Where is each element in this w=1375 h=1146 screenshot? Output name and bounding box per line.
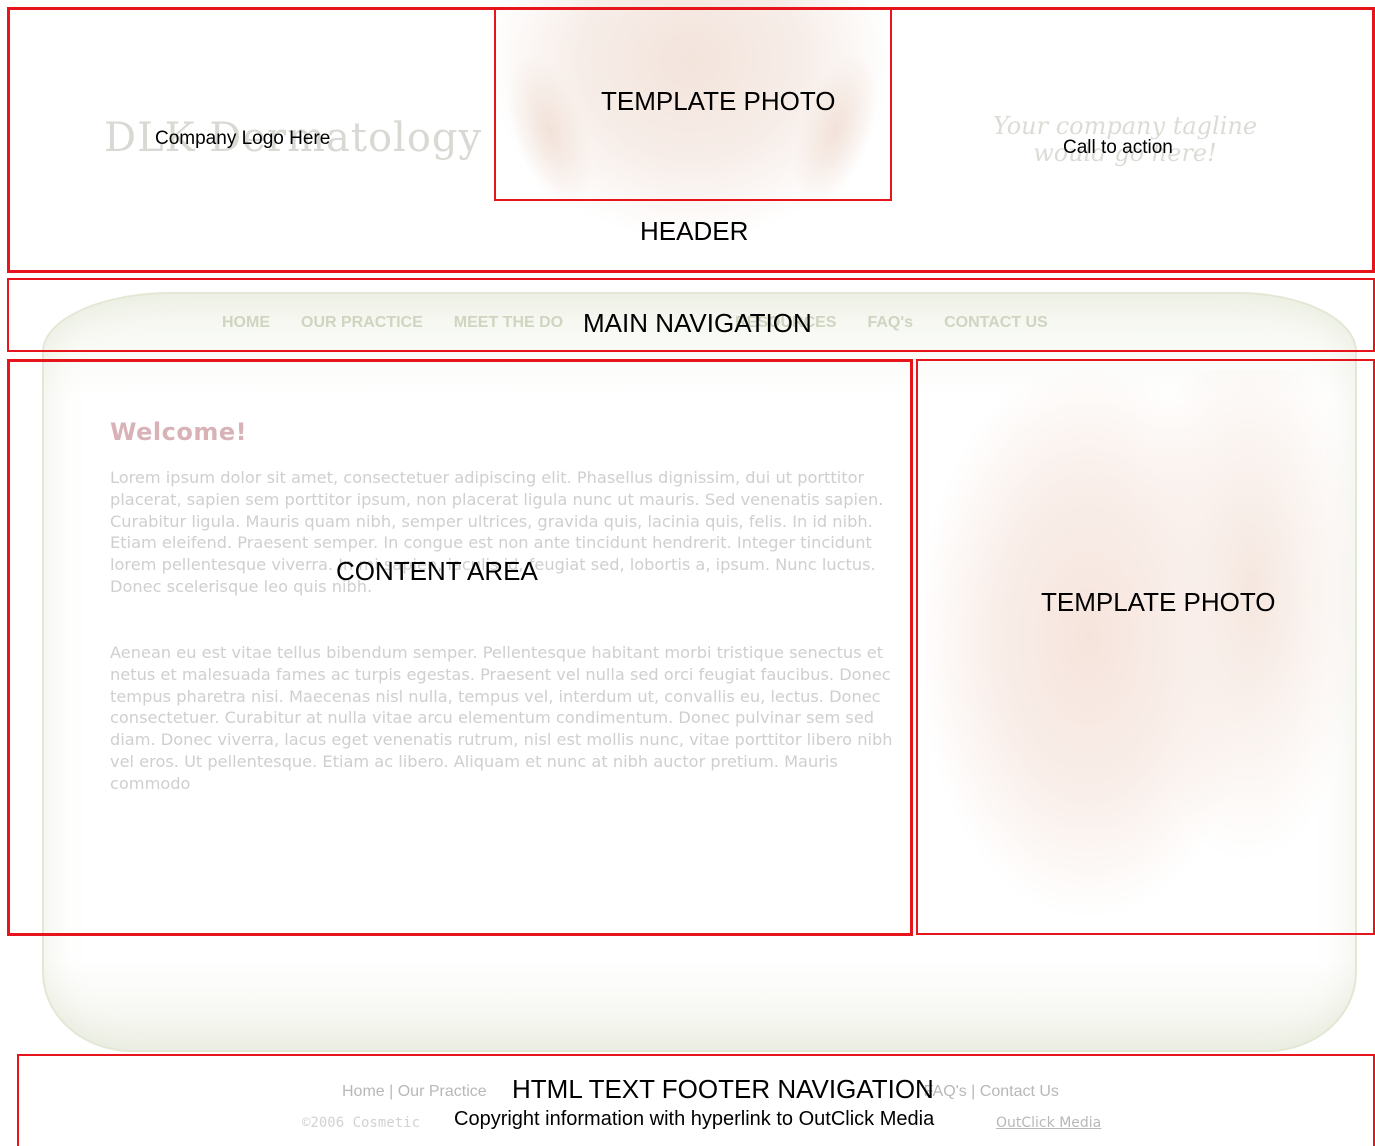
side-photo-annotation-box (916, 359, 1375, 935)
navigation-annotation-box (7, 278, 1375, 352)
footer-annotation-box (17, 1054, 1375, 1146)
top-photo-annotation-box (494, 8, 892, 201)
content-annotation-box (7, 359, 913, 936)
